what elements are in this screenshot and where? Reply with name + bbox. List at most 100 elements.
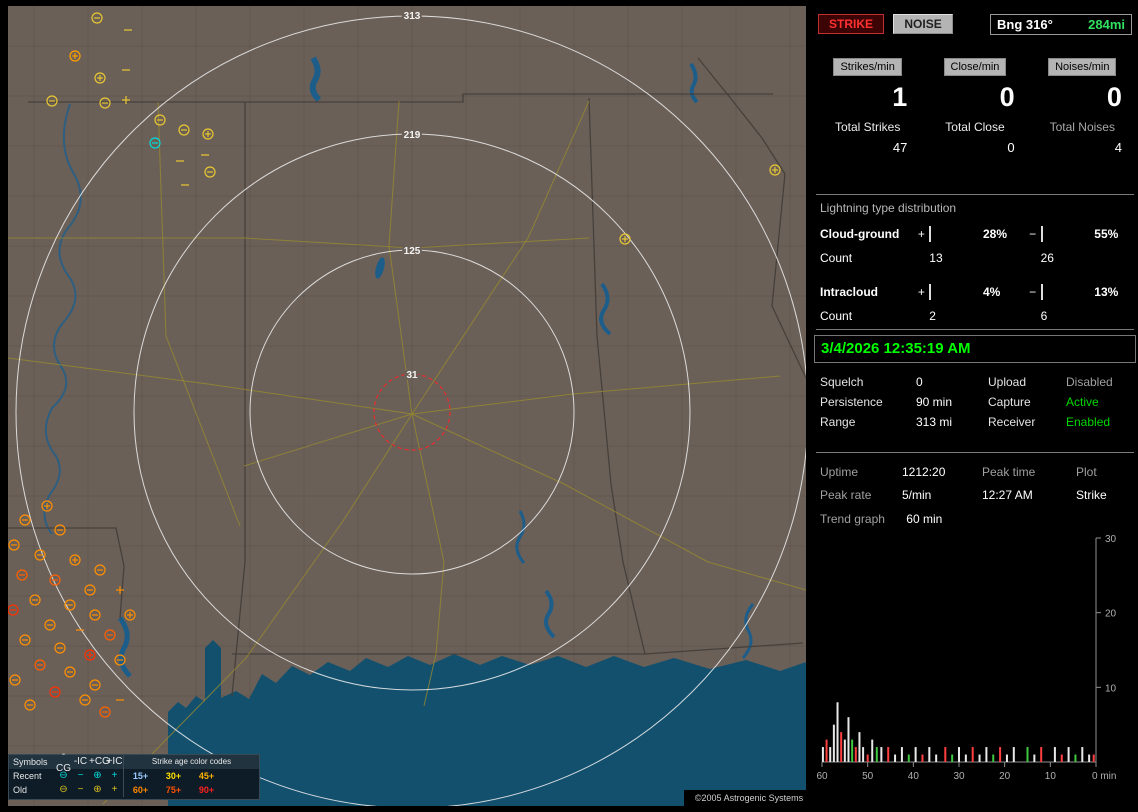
trend-bar	[858, 732, 861, 762]
upload-status: Disabled	[1066, 375, 1113, 389]
total-close-label: Total Close	[945, 120, 1005, 134]
total-noises-value: 4	[1114, 140, 1122, 155]
trend-bar	[971, 747, 974, 762]
ic-pos-recent-icon: +	[111, 770, 118, 781]
cg-pos-old-icon: ⊕	[93, 784, 102, 795]
trend-bar	[1092, 754, 1095, 762]
noises-column: Noises/min 0 Total Noises 4	[1029, 58, 1136, 155]
trend-bar	[847, 717, 850, 762]
minus-sign: −	[1029, 227, 1037, 241]
strikes-per-min-header[interactable]: Strikes/min	[833, 58, 902, 76]
age-code: 15+	[132, 771, 149, 781]
age-code: 60+	[132, 785, 149, 795]
cg-positive-bar	[929, 226, 932, 242]
settings-grid: Squelch 0 Upload Disabled Persistence 90…	[820, 372, 1136, 432]
squelch-label: Squelch	[820, 375, 864, 389]
cg-negative-bar	[1040, 226, 1043, 242]
range-value: 313 mi	[916, 415, 953, 429]
rate-counters: Strikes/min 1 Total Strikes 47 Close/min…	[814, 58, 1136, 155]
peak-rate-value: 5/min	[902, 487, 932, 502]
ring-label-31: 31	[406, 370, 418, 381]
persistence-label: Persistence	[820, 395, 883, 409]
legend-col-ic-pos: +IC	[106, 756, 123, 767]
trend-x-tick-label: 30	[953, 771, 965, 782]
total-noises-label: Total Noises	[1049, 120, 1115, 134]
range-label: Range	[820, 415, 856, 429]
trend-y-tick-label: 10	[1105, 683, 1117, 694]
trend-bar	[1012, 747, 1015, 762]
trend-bar	[985, 747, 988, 762]
trend-bar	[836, 702, 839, 762]
cg-positive-count: 13	[929, 251, 943, 265]
trend-x-tick-label: 50	[862, 771, 874, 782]
total-strikes-label: Total Strikes	[834, 120, 901, 134]
noises-per-min-header[interactable]: Noises/min	[1048, 58, 1117, 76]
capture-status: Active	[1066, 395, 1099, 409]
cg-count-label: Count	[820, 251, 853, 265]
trend-bar	[832, 724, 835, 762]
intracloud-label: Intracloud	[820, 285, 879, 299]
trend-bar	[851, 739, 854, 762]
ic-positive-count: 2	[929, 309, 936, 323]
trend-bar	[1067, 747, 1070, 762]
trend-bar	[1074, 754, 1077, 762]
trend-bar	[907, 754, 910, 762]
trend-bar	[958, 747, 960, 762]
close-column: Close/min 0 Total Close 0	[921, 58, 1028, 155]
legend-recent-label: Recent	[13, 771, 42, 781]
ring-label-219: 219	[404, 130, 421, 141]
cg-neg-old-icon: ⊖	[59, 784, 68, 795]
age-code: 75+	[165, 785, 182, 795]
peak-time-value: 12:27 AM	[982, 487, 1033, 502]
trend-y-tick-label: 30	[1105, 534, 1117, 545]
ring-label-125: 125	[404, 246, 421, 257]
trend-bar	[1053, 747, 1056, 762]
trend-bar	[1081, 747, 1084, 762]
datetime-display: 3/4/2026 12:35:19 AM	[814, 335, 1136, 363]
separator	[816, 452, 1134, 453]
trend-bar	[1060, 754, 1063, 762]
trend-bar	[829, 747, 832, 762]
total-close-value: 0	[1007, 140, 1015, 155]
trend-bar	[944, 747, 947, 762]
peak-rate-label: Peak rate	[820, 487, 872, 502]
receiver-status: Enabled	[1066, 415, 1111, 429]
trend-bar	[894, 754, 897, 762]
close-per-min-header[interactable]: Close/min	[943, 58, 1007, 76]
minus-sign: −	[1029, 285, 1037, 299]
ic-positive-bar	[929, 284, 932, 300]
trend-graph-header: Trend graph 60 min	[820, 512, 942, 526]
strike-button[interactable]: STRIKE	[818, 14, 885, 34]
map-legend: Symbols -CG -IC +CG +IC Strike age color…	[8, 749, 260, 800]
squelch-value: 0	[916, 375, 923, 389]
separator	[816, 194, 1134, 195]
age-code: 45+	[198, 771, 215, 781]
ic-negative-count: 6	[1040, 309, 1048, 323]
uptime-grid: Uptime 1212:20 Peak time Plot Peak rate …	[820, 460, 1136, 506]
plot-value: Strike	[1076, 487, 1107, 502]
trend-bars	[821, 702, 1095, 762]
trend-bar	[825, 739, 828, 762]
trend-ticks	[821, 537, 1101, 767]
noise-button[interactable]: NOISE	[893, 14, 953, 34]
trend-bar	[887, 747, 890, 762]
total-strikes-value: 47	[892, 140, 908, 155]
uptime-value: 1212:20	[902, 464, 946, 479]
legend-symbols-header: Symbols	[13, 757, 48, 767]
trend-x-tick-label: 60	[816, 771, 828, 782]
trend-bar	[935, 754, 938, 762]
close-per-min-value: 0	[999, 82, 1015, 112]
lightning-map[interactable]: 313 219 125 31	[8, 6, 806, 806]
copyright-notice: ©2005 Astrogenic Systems	[684, 790, 814, 806]
trend-x-tick-label: 0 min	[1092, 771, 1116, 782]
trend-bar	[1088, 754, 1091, 762]
receiver-label: Receiver	[988, 415, 1036, 429]
trend-y-tick-label: 20	[1105, 609, 1117, 620]
cloud-ground-label: Cloud-ground	[820, 227, 900, 241]
trend-bar	[921, 754, 924, 762]
ic-neg-old-icon: −	[77, 784, 84, 795]
trend-bar	[992, 754, 995, 762]
bearing-box: Bng 316° 284mi	[990, 14, 1132, 35]
trend-x-labels: 60 50 40 30 20 10 0 min	[816, 771, 1116, 782]
trend-graph[interactable]: 60 50 40 30 20 10 0 min 10 20 30	[814, 534, 1132, 786]
